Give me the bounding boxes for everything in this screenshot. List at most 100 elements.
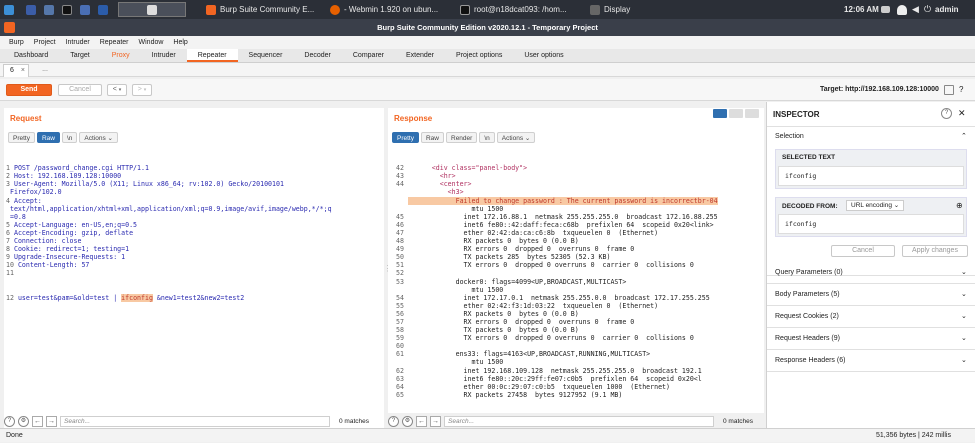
target-label[interactable]: Target: http://192.168.109.128:10000: [820, 86, 939, 93]
kali-menu-icon[interactable]: [4, 2, 14, 17]
help-icon[interactable]: ?: [941, 108, 952, 119]
menu-burp[interactable]: Burp: [4, 36, 29, 49]
request-view-toolbar: Pretty Raw \n Actions ⌄: [8, 132, 118, 143]
back-button[interactable]: < ▾: [107, 84, 127, 96]
settings-gear-icon[interactable]: ⚙: [18, 415, 29, 427]
active-workspace[interactable]: [118, 2, 186, 17]
response-line: mtu 1500: [390, 205, 762, 213]
menu-window[interactable]: Window: [134, 36, 169, 49]
request-search-input[interactable]: Search...: [60, 415, 330, 427]
workspace-1-icon[interactable]: [26, 2, 36, 17]
menu-project[interactable]: Project: [29, 36, 61, 49]
taskbar-window-display[interactable]: Display: [590, 2, 630, 17]
terminal-icon[interactable]: [62, 2, 72, 17]
help-icon[interactable]: ?: [388, 415, 399, 427]
tab-intruder[interactable]: Intruder: [141, 49, 187, 62]
search-prev-icon[interactable]: ←: [32, 415, 43, 427]
response-view-toolbar: Pretty Raw Render \n Actions ⌄: [392, 132, 536, 143]
apply-changes-button[interactable]: Apply changes: [902, 245, 968, 257]
response-view-pretty[interactable]: Pretty: [392, 132, 419, 143]
volume-icon[interactable]: ◀: [912, 2, 919, 17]
line-number: 62: [396, 366, 404, 375]
search-next-icon[interactable]: →: [46, 415, 57, 427]
inspector-cancel-button[interactable]: Cancel: [831, 245, 895, 257]
cancel-button[interactable]: Cancel: [58, 84, 102, 96]
response-line: 57 RX errors 0 dropped 0 overruns 0 fram…: [390, 318, 762, 326]
decoded-box: DECODED FROM: URL encoding ⌄ ⊕ ifconfig: [775, 197, 967, 237]
menu-intruder[interactable]: Intruder: [61, 36, 95, 49]
add-decoding-icon[interactable]: ⊕: [956, 201, 963, 210]
taskbar-window-burp[interactable]: Burp Suite Community E...: [206, 2, 314, 17]
request-actions-button[interactable]: Actions ⌄: [79, 132, 118, 143]
line-text: text/html,application/xhtml+xml,applicat…: [9, 204, 332, 213]
send-button[interactable]: Send: [6, 84, 52, 96]
selection-header[interactable]: Selection: [775, 133, 804, 140]
line-number: 59: [396, 334, 404, 343]
search-prev-icon[interactable]: ←: [416, 415, 427, 427]
chevron-up-icon[interactable]: ⌃: [961, 132, 967, 140]
browser-icon[interactable]: [80, 2, 90, 17]
workspace-2-icon[interactable]: [98, 2, 108, 17]
line-text: <h3>: [407, 188, 464, 197]
request-view-newline[interactable]: \n: [62, 132, 78, 143]
request-headers-section[interactable]: Request Headers (9) ⌄: [767, 328, 975, 350]
layout-tabs-icon[interactable]: [745, 109, 759, 118]
search-next-icon[interactable]: →: [430, 415, 441, 427]
response-view-render[interactable]: Render: [446, 132, 478, 143]
request-editor[interactable]: 1 POST /password_change.cgi HTTP/1.1 2 Ho…: [6, 148, 382, 318]
clock[interactable]: 12:06 AM: [844, 2, 879, 17]
screen-icon[interactable]: [881, 2, 890, 17]
notification-bell-icon[interactable]: [897, 2, 907, 17]
request-view-pretty[interactable]: Pretty: [8, 132, 35, 143]
query-parameters-section[interactable]: Query Parameters (0) ⌄: [767, 262, 975, 284]
edit-target-icon[interactable]: [944, 85, 954, 95]
tab-dashboard[interactable]: Dashboard: [3, 49, 59, 62]
response-actions-button[interactable]: Actions ⌄: [496, 132, 536, 143]
settings-gear-icon[interactable]: ⚙: [402, 415, 413, 427]
decoding-select[interactable]: URL encoding ⌄: [846, 200, 905, 211]
forward-button[interactable]: > ▾: [132, 84, 152, 96]
power-icon[interactable]: ⏻: [924, 2, 931, 17]
response-headers-section[interactable]: Response Headers (6) ⌄: [767, 350, 975, 372]
response-view-newline[interactable]: \n: [479, 132, 495, 143]
new-tab-button[interactable]: ...: [34, 64, 56, 77]
selected-text-value[interactable]: ifconfig: [778, 166, 964, 186]
taskbar-window-firefox[interactable]: - Webmin 1.920 on ubun...: [330, 2, 438, 17]
help-icon[interactable]: ?: [959, 85, 963, 94]
tab-project-options[interactable]: Project options: [445, 49, 513, 62]
response-editor[interactable]: 42 <div class="panel-body"> 43 <hr> 44 <ce…: [390, 148, 762, 410]
tab-comparer[interactable]: Comparer: [342, 49, 395, 62]
tab-sequencer[interactable]: Sequencer: [238, 49, 294, 62]
request-view-raw[interactable]: Raw: [36, 132, 60, 143]
user-menu[interactable]: admin: [935, 2, 959, 17]
layout-side-by-side-icon[interactable]: [713, 109, 727, 118]
request-cookies-section[interactable]: Request Cookies (2) ⌄: [767, 306, 975, 328]
body-parameters-section[interactable]: Body Parameters (5) ⌄: [767, 284, 975, 306]
taskbar-window-terminal[interactable]: root@n18dcat093: /hom...: [460, 2, 567, 17]
subtab-6[interactable]: 6 ×: [3, 64, 29, 77]
line-text: POST /password_change.cgi HTTP/1.1: [13, 164, 149, 173]
tab-proxy[interactable]: Proxy: [101, 49, 141, 62]
menu-help[interactable]: Help: [168, 36, 192, 49]
tab-user-options[interactable]: User options: [513, 49, 574, 62]
layout-stacked-icon[interactable]: [729, 109, 743, 118]
tab-extender[interactable]: Extender: [395, 49, 445, 62]
line-number: 48: [396, 237, 404, 246]
response-search-input[interactable]: Search...: [444, 415, 714, 427]
line-text: RX errors 0 dropped 0 overruns 0 frame 0: [407, 317, 635, 326]
selected-text-label: SELECTED TEXT: [782, 154, 836, 161]
help-icon[interactable]: ?: [4, 415, 15, 427]
close-tab-icon[interactable]: ×: [21, 67, 25, 74]
line-number: 44: [396, 180, 404, 189]
response-view-raw[interactable]: Raw: [420, 132, 444, 143]
tab-repeater[interactable]: Repeater: [186, 49, 238, 62]
close-inspector-icon[interactable]: ✕: [958, 108, 966, 119]
response-match-count: 0 matches: [723, 417, 753, 425]
decoded-text-value[interactable]: ifconfig: [778, 214, 964, 234]
menu-repeater[interactable]: Repeater: [95, 36, 134, 49]
line-number: 2: [6, 172, 10, 181]
file-manager-icon[interactable]: [44, 2, 54, 17]
tab-target[interactable]: Target: [59, 49, 100, 62]
response-line: 50 TX packets 285 bytes 52305 (52.3 KB): [390, 253, 762, 261]
tab-decoder[interactable]: Decoder: [293, 49, 341, 62]
